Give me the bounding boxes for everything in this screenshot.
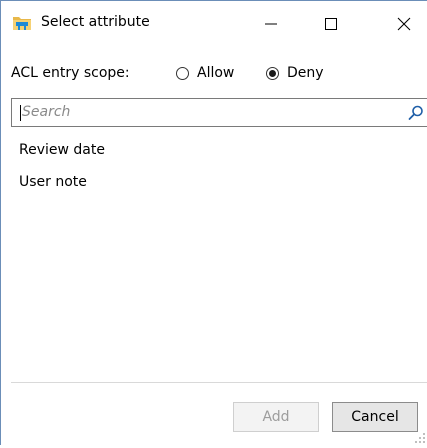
search-input[interactable] [22,102,382,122]
close-button[interactable] [384,9,424,39]
folder-app-icon [12,14,32,32]
select-attribute-dialog: Select attribute ACL entry scope: Allow [0,0,427,445]
deny-radio-label[interactable]: Deny [287,65,324,81]
cancel-button[interactable]: Cancel [332,402,418,432]
minimize-button[interactable] [251,9,291,39]
minimize-icon [265,23,277,25]
deny-radio-circle[interactable] [266,66,279,80]
acl-scope-label: ACL entry scope: [11,65,130,81]
attribute-list: Review date User note [11,137,427,201]
list-item-user-note[interactable]: User note [11,169,427,201]
list-item-label: Review date [19,142,105,158]
search-icon[interactable] [407,104,425,122]
resize-grip-icon[interactable] [414,432,426,444]
title-bar[interactable]: Select attribute [1,1,427,46]
window-title: Select attribute [41,14,150,30]
allow-radio[interactable]: Allow [176,63,234,83]
add-button[interactable]: Add [233,402,319,432]
footer-divider [11,382,427,383]
text-caret [20,105,21,121]
list-item-label: User note [19,174,87,190]
maximize-icon [325,18,337,30]
list-item-review-date[interactable]: Review date [11,137,427,169]
allow-radio-circle[interactable] [176,66,189,80]
acl-scope-row: ACL entry scope: Allow Deny [1,59,427,87]
maximize-button[interactable] [311,9,351,39]
close-icon [397,17,411,31]
deny-radio-dot [269,69,276,77]
allow-radio-label[interactable]: Allow [197,65,234,81]
deny-radio[interactable]: Deny [266,63,324,83]
search-box[interactable] [11,98,427,127]
